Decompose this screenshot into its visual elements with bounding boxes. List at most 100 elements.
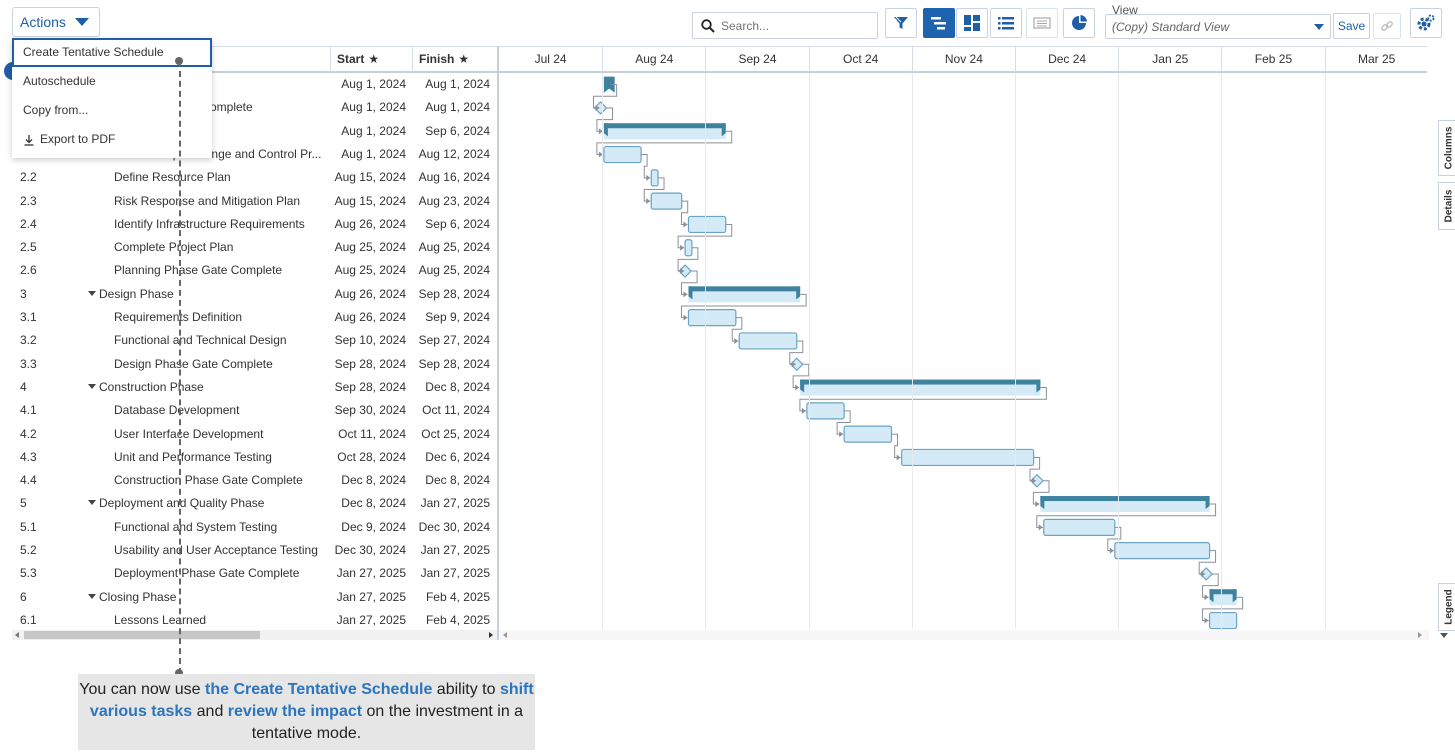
row-id: 2.3 [20, 193, 37, 208]
dependency-arrow [839, 431, 844, 438]
column-header-start[interactable]: Start ★ [330, 47, 412, 72]
table-row[interactable]: 4.3 Unit and Performance Testing Oct 28, 2… [12, 446, 498, 469]
gantt-view-button[interactable] [923, 8, 955, 38]
filter-button[interactable] [885, 8, 917, 38]
callout-leader-line [179, 61, 181, 674]
grid-horizontal-scrollbar[interactable] [12, 630, 497, 640]
row-start-date: Dec 9, 2024 [341, 519, 406, 534]
summary-bar[interactable] [800, 379, 1041, 396]
table-row[interactable]: 2.2 Define Resource Plan Aug 15, 2024 Aug 1… [12, 166, 498, 189]
task-bar[interactable] [1043, 518, 1116, 536]
side-tab-columns[interactable]: Columns [1438, 120, 1455, 176]
row-start-date: Aug 26, 2024 [334, 286, 406, 301]
summary-bar[interactable] [603, 123, 726, 140]
table-row[interactable]: 4.2 User Interface Development Oct 11, 202… [12, 423, 498, 446]
dependency-arrow [1035, 501, 1040, 508]
table-row[interactable]: 2.6 Planning Phase Gate Complete Aug 25, 2… [12, 259, 498, 282]
dependency-line [680, 200, 689, 225]
task-bar[interactable] [806, 402, 845, 420]
task-bar[interactable] [650, 192, 683, 210]
summary-bar[interactable] [1040, 496, 1210, 513]
task-bar[interactable] [738, 332, 798, 350]
view-select[interactable]: (Copy) Standard View [1105, 14, 1331, 39]
table-row[interactable]: 3.1 Requirements Definition Aug 26, 2024 Se… [12, 306, 498, 329]
scroll-down-arrow[interactable] [1440, 633, 1448, 638]
scroll-right-arrow[interactable] [489, 632, 493, 638]
table-row[interactable]: 6 Closing Phase Jan 27, 2025 Feb 4, 2025 [12, 586, 498, 609]
task-bar[interactable] [843, 425, 893, 443]
collapse-toggle-icon[interactable] [88, 593, 96, 599]
table-row[interactable]: 4.4 Construction Phase Gate Complete Dec 8… [12, 469, 498, 492]
task-bar[interactable] [684, 239, 693, 257]
month-gridline [1118, 73, 1120, 629]
settings-button[interactable] [1410, 8, 1442, 38]
table-row[interactable]: 5.3 Deployment Phase Gate Complete Jan 27,… [12, 562, 498, 585]
dependency-arrow [1038, 524, 1043, 531]
dependency-arrow [896, 454, 901, 461]
table-row[interactable]: 2.5 Complete Project Plan Aug 25, 2024 Aug … [12, 236, 498, 259]
table-row[interactable]: 3 Design Phase Aug 26, 2024 Sep 28, 2024 [12, 283, 498, 306]
chart-view-button[interactable] [1063, 8, 1095, 38]
menu-item-autoschedule[interactable]: Autoschedule [12, 67, 212, 96]
collapse-toggle-icon[interactable] [88, 383, 96, 389]
month-gridline [602, 73, 604, 629]
row-task-name: Lessons Learned [114, 613, 206, 627]
table-row[interactable]: 4 Construction Phase Sep 28, 2024 Dec 8, 20… [12, 376, 498, 399]
side-tab-legend[interactable]: Legend [1438, 583, 1455, 631]
collapse-toggle-icon[interactable] [88, 290, 96, 296]
scroll-left-arrow[interactable] [503, 632, 507, 638]
row-task-name: Usability and User Acceptance Testing [114, 543, 318, 557]
board-view-button[interactable] [956, 8, 988, 38]
callout-box: You can now use the Create Tentative Sch… [78, 674, 535, 750]
form-view-button[interactable] [1026, 8, 1058, 38]
search-box[interactable] [692, 12, 878, 39]
task-bar[interactable] [650, 169, 659, 187]
task-bar[interactable] [603, 145, 642, 164]
task-bar[interactable] [1208, 611, 1238, 629]
scrollbar-thumb[interactable] [24, 631, 260, 639]
task-name-text: Deployment Phase Gate Complete [114, 566, 300, 581]
link-button[interactable] [1373, 13, 1401, 39]
row-finish-date: Dec 8, 2024 [425, 473, 490, 488]
task-name-text: Planning Phase Gate Complete [114, 263, 283, 278]
table-row[interactable]: 3.3 Design Phase Gate Complete Sep 28, 202… [12, 353, 498, 376]
actions-button[interactable]: Actions [12, 7, 100, 37]
row-id: 4 [20, 379, 27, 394]
scroll-left-arrow[interactable] [15, 632, 19, 638]
task-bar[interactable] [901, 448, 1035, 467]
table-row[interactable]: 2.3 Risk Response and Mitigation Plan Aug … [12, 190, 498, 213]
row-id: 5 [20, 496, 27, 511]
gantt-horizontal-scrollbar[interactable] [499, 630, 1429, 640]
table-row[interactable]: 5.1 Functional and System Testing Dec 9, 2… [12, 516, 498, 539]
dependency-arrow [1109, 547, 1114, 554]
gantt-bars [593, 76, 1244, 629]
table-row[interactable]: 3.2 Functional and Technical Design Sep 10… [12, 329, 498, 352]
table-row[interactable]: 6.1 Lessons Learned Jan 27, 2025 Feb 4, 202… [12, 609, 498, 629]
gantt-chart [499, 73, 1427, 629]
table-row[interactable]: 2.4 Identify Infrastructure Requirements A… [12, 213, 498, 236]
row-finish-date: Oct 25, 2024 [421, 426, 490, 441]
search-input[interactable] [721, 18, 871, 33]
row-start-date: Dec 30, 2024 [334, 543, 406, 557]
table-row[interactable]: 5.2 Usability and User Acceptance Testing… [12, 539, 498, 562]
task-bar[interactable] [1114, 542, 1211, 560]
save-button[interactable]: Save [1333, 13, 1370, 39]
menu-item-copy-from[interactable]: Copy from... [12, 96, 212, 125]
row-start-date: Sep 28, 2024 [334, 379, 406, 394]
scroll-right-arrow[interactable] [1418, 632, 1422, 638]
table-row[interactable]: 5 Deployment and Quality Phase Dec 8, 2024… [12, 492, 498, 515]
summary-bar[interactable] [1209, 589, 1237, 606]
task-name-text: Complete Project Plan [114, 240, 234, 255]
column-header-finish[interactable]: Finish ★ [412, 47, 498, 72]
task-bar[interactable] [687, 215, 727, 234]
row-finish-date: Dec 8, 2024 [425, 379, 490, 394]
table-row[interactable]: 4.1 Database Development Sep 30, 2024 Oct 1… [12, 399, 498, 422]
side-tab-details[interactable]: Details [1438, 182, 1455, 230]
task-name-text: Risk Response and Mitigation Plan [114, 193, 301, 208]
row-task-name: Database Development [114, 403, 239, 417]
task-name-text: Usability and User Acceptance Testing [114, 543, 318, 557]
menu-item-export-to-pdf[interactable]: Export to PDF [12, 125, 212, 154]
list-view-button[interactable] [990, 8, 1022, 38]
task-bar[interactable] [687, 309, 737, 327]
collapse-toggle-icon[interactable] [88, 500, 96, 506]
